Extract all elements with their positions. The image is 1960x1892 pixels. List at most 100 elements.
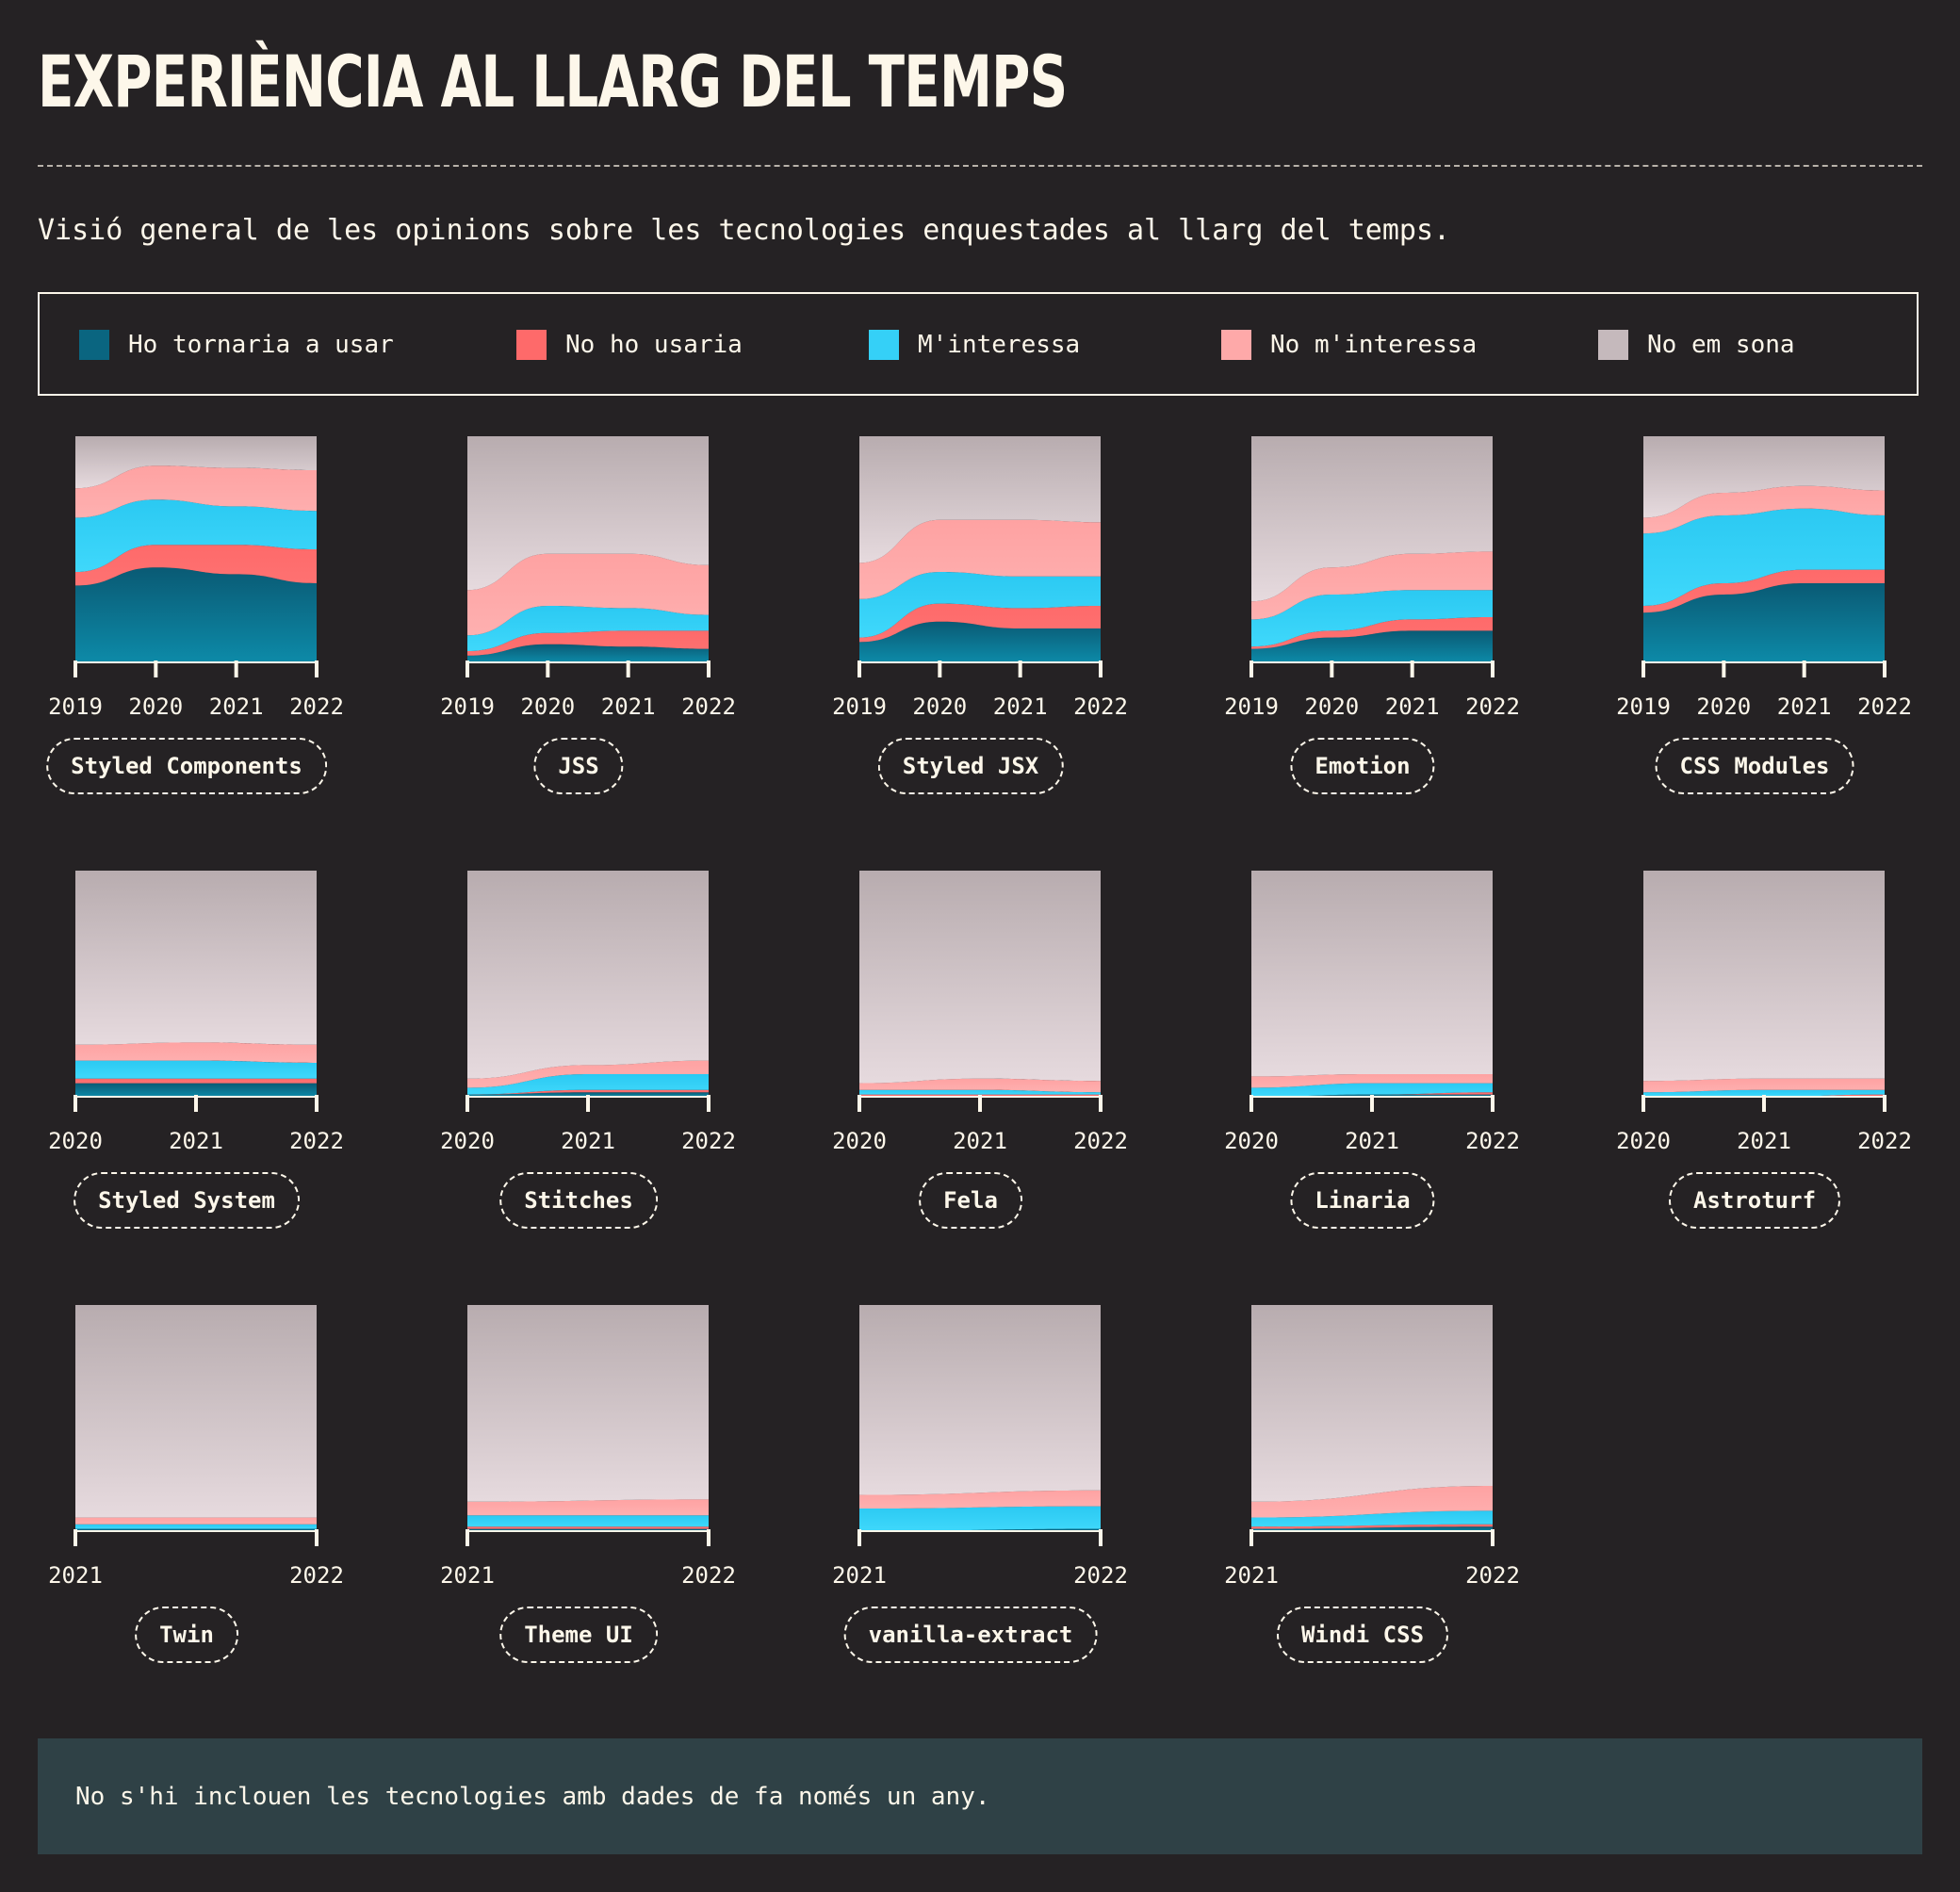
- x-tick-label: 2021: [561, 1128, 615, 1154]
- x-tick-label: 2021: [953, 1128, 1007, 1154]
- x-tick-label: 2021: [1224, 1562, 1279, 1589]
- area-chart: 2019 2020 2021 2022: [1616, 436, 1912, 720]
- x-tick-label: 2019: [832, 693, 887, 720]
- area-chart: 2020 2021 2022: [1616, 871, 1912, 1154]
- x-tick-label: 2022: [1465, 1562, 1520, 1589]
- tech-name-label[interactable]: Astroturf: [1668, 1172, 1841, 1229]
- legend-label: No em sona: [1647, 331, 1795, 359]
- x-tick-label: 2022: [1073, 1562, 1128, 1589]
- x-tick-label: 2020: [1224, 1128, 1279, 1154]
- x-tick-label: 2020: [1616, 1128, 1671, 1154]
- tech-name-label[interactable]: CSS Modules: [1655, 738, 1854, 794]
- chart-panel: 2020 2021 2022 Fela: [831, 871, 1128, 1266]
- x-tick-label: 2020: [1304, 693, 1359, 720]
- tech-name-label[interactable]: Linaria: [1290, 1172, 1435, 1229]
- chart-panel: 2021 2022 Theme UI: [439, 1305, 736, 1701]
- x-tick-label: 2020: [912, 693, 967, 720]
- tech-name-label[interactable]: Windi CSS: [1276, 1607, 1449, 1663]
- x-tick-label: 2021: [832, 1562, 887, 1589]
- x-tick-label: 2020: [440, 1128, 495, 1154]
- x-tick-label: 2021: [440, 1562, 495, 1589]
- area-chart: 2019 2020 2021 2022: [440, 436, 736, 720]
- legend-swatch: [79, 330, 109, 360]
- x-tick-label: 2022: [1465, 1128, 1520, 1154]
- x-tick-label: 2021: [209, 693, 264, 720]
- x-tick-label: 2022: [1073, 693, 1128, 720]
- area-series-4: [75, 871, 317, 1045]
- area-chart: 2021 2022: [832, 1305, 1128, 1589]
- legend-swatch: [516, 330, 547, 360]
- area-series-2: [859, 1506, 1101, 1531]
- area-series-0: [75, 567, 317, 662]
- tech-name-label[interactable]: Styled Components: [46, 738, 327, 794]
- legend-label: Ho tornaria a usar: [128, 331, 394, 359]
- x-tick-label: 2022: [1465, 693, 1520, 720]
- x-tick-label: 2020: [48, 1128, 103, 1154]
- x-tick-label: 2020: [832, 1128, 887, 1154]
- area-series-4: [859, 871, 1101, 1084]
- x-tick-label: 2020: [520, 693, 575, 720]
- x-tick-label: 2022: [289, 1128, 344, 1154]
- tech-name-label[interactable]: Stitches: [499, 1172, 658, 1229]
- legend-item-would-use-again[interactable]: Ho tornaria a usar: [79, 329, 394, 361]
- area-series-2: [75, 1524, 317, 1529]
- chart-panel: 2020 2021 2022 Astroturf: [1615, 871, 1912, 1266]
- legend-label: No m'interessa: [1270, 331, 1478, 359]
- legend-item-interested[interactable]: M'interessa: [869, 329, 1080, 361]
- chart-panel: 2020 2021 2022 Styled System: [47, 871, 344, 1266]
- x-tick-label: 2022: [289, 693, 344, 720]
- legend-swatch: [1598, 330, 1628, 360]
- tech-name-label[interactable]: Styled System: [74, 1172, 300, 1229]
- area-chart: 2020 2021 2022: [440, 871, 736, 1154]
- area-series-3: [75, 1517, 317, 1525]
- x-tick-label: 2021: [48, 1562, 103, 1589]
- tech-name-label[interactable]: Theme UI: [499, 1607, 658, 1663]
- chart-panel: 2021 2022 vanilla-extract: [831, 1305, 1128, 1701]
- x-tick-label: 2022: [1857, 1128, 1912, 1154]
- chart-panel: 2019 2020 2021 2022 Emotion: [1223, 436, 1520, 832]
- legend-item-never-heard[interactable]: No em sona: [1598, 329, 1795, 361]
- area-series-1: [75, 1078, 317, 1084]
- tech-name-label[interactable]: Twin: [135, 1607, 238, 1663]
- x-tick-label: 2021: [1737, 1128, 1791, 1154]
- area-chart: 2021 2022: [1224, 1305, 1520, 1589]
- chart-panel: 2019 2020 2021 2022 Styled Components: [46, 436, 344, 832]
- area-chart: 2019 2020 2021 2022: [48, 436, 344, 720]
- legend-swatch: [1221, 330, 1251, 360]
- tech-name-label[interactable]: JSS: [533, 738, 624, 794]
- x-tick-label: 2021: [1345, 1128, 1399, 1154]
- area-series-4: [75, 1305, 317, 1518]
- area-chart: 2019 2020 2021 2022: [1224, 436, 1520, 720]
- x-tick-label: 2022: [1073, 1128, 1128, 1154]
- area-series-4: [467, 1305, 709, 1502]
- chart-panel: 2021 2022 Windi CSS: [1223, 1305, 1520, 1701]
- x-tick-label: 2021: [1777, 693, 1832, 720]
- chart-panel: 2020 2021 2022 Linaria: [1223, 871, 1520, 1266]
- area-series-0: [75, 1083, 317, 1097]
- area-series-4: [1643, 871, 1885, 1082]
- x-tick-label: 2022: [681, 1128, 736, 1154]
- legend-item-would-not-use[interactable]: No ho usaria: [516, 329, 743, 361]
- tech-name-label[interactable]: Fela: [919, 1172, 1022, 1229]
- legend: Ho tornaria a usar No ho usaria M'intere…: [38, 292, 1919, 396]
- title-divider: [38, 165, 1922, 167]
- legend-item-not-interested[interactable]: No m'interessa: [1221, 329, 1477, 361]
- tech-name-label[interactable]: Emotion: [1290, 738, 1435, 794]
- chart-panel: 2020 2021 2022 Stitches: [439, 871, 736, 1266]
- x-tick-label: 2021: [169, 1128, 223, 1154]
- area-series-4: [1251, 871, 1493, 1077]
- x-tick-label: 2019: [440, 693, 495, 720]
- area-series-2: [75, 1060, 317, 1079]
- area-series-4: [859, 1305, 1101, 1495]
- legend-label: M'interessa: [918, 331, 1081, 359]
- x-tick-label: 2022: [681, 693, 736, 720]
- tech-name-label[interactable]: vanilla-extract: [843, 1607, 1098, 1663]
- area-chart: 2021 2022: [440, 1305, 736, 1589]
- x-tick-label: 2021: [1385, 693, 1440, 720]
- tech-name-label[interactable]: Styled JSX: [877, 738, 1064, 794]
- chart-panel: 2021 2022 Twin: [47, 1305, 344, 1701]
- x-tick-label: 2022: [289, 1562, 344, 1589]
- chart-panel: 2019 2020 2021 2022 Styled JSX: [831, 436, 1128, 832]
- x-tick-label: 2020: [1696, 693, 1751, 720]
- page-title: EXPERIÈNCIA AL LLARG DEL TEMPS: [38, 40, 1068, 123]
